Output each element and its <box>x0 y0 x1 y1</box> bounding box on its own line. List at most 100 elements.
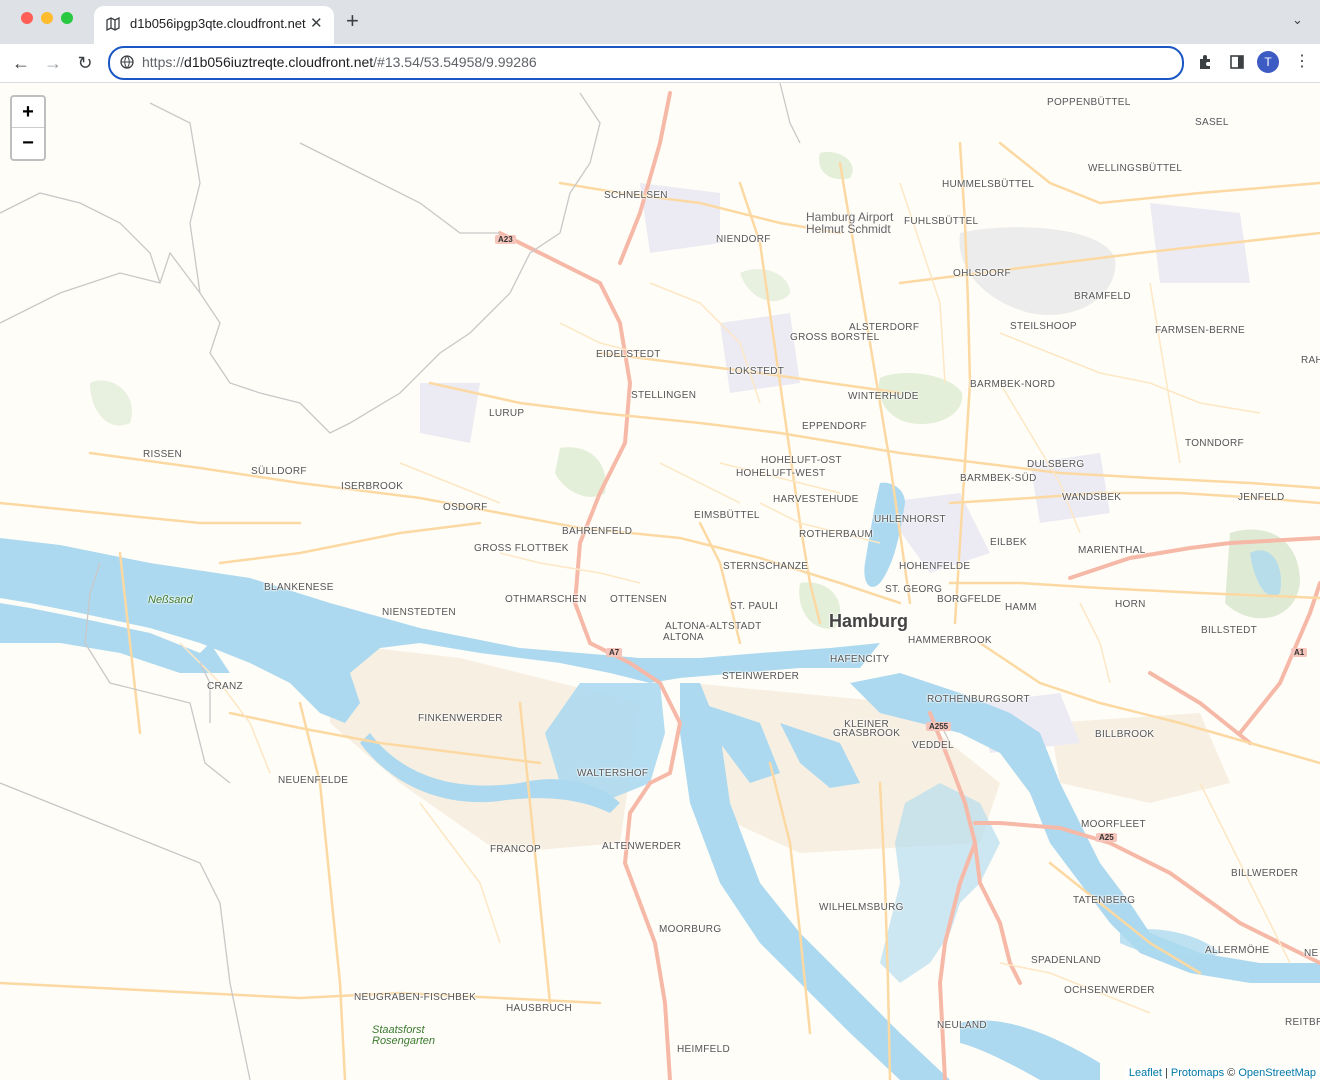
url-host: d1b056iuztreqte.cloudfront.net <box>184 54 374 70</box>
district-label: LOKSTEDT <box>729 366 785 377</box>
side-panel-icon[interactable] <box>1229 54 1245 70</box>
district-label: HARVESTEHUDE <box>773 494 859 505</box>
chevron-down-icon[interactable]: ⌄ <box>1292 12 1303 28</box>
district-label: HAUSBRUCH <box>506 1003 573 1014</box>
airport-name-2: Helmut Schmidt <box>806 222 891 236</box>
forest-label: Staatsforst Rosengarten <box>372 1025 435 1047</box>
district-label: HAMMERBROOK <box>908 635 992 646</box>
district-label: NEUENFELDE <box>278 775 349 786</box>
district-label: STEILSHOOP <box>1010 321 1077 332</box>
district-label: KLEINER GRASBROOK <box>833 719 901 739</box>
copyright-symbol: © <box>1227 1067 1236 1079</box>
district-label: FRANCOP <box>490 844 541 855</box>
district-label: CRANZ <box>207 681 243 692</box>
district-label: BILLWERDER <box>1231 868 1299 879</box>
district-label: FINKENWERDER <box>418 713 503 724</box>
district-label: BLANKENESE <box>264 582 334 593</box>
airport-label: Hamburg Airport Helmut Schmidt <box>806 211 893 235</box>
district-label: GROSS BORSTEL <box>790 332 880 343</box>
site-info-icon[interactable] <box>120 55 134 69</box>
district-label: NE <box>1304 948 1319 959</box>
district-label: HAFENCITY <box>830 654 890 665</box>
district-label: RISSEN <box>143 449 183 460</box>
extensions-icon[interactable] <box>1197 54 1213 70</box>
zoom-control: + − <box>10 95 46 161</box>
address-bar[interactable]: https://d1b056iuztreqte.cloudfront.net/#… <box>108 46 1184 80</box>
district-label: ALTENWERDER <box>602 841 682 852</box>
tab-strip: d1b056ipgp3qte.cloudfront.net ✕ + ⌄ <box>0 0 1320 44</box>
close-window-button[interactable] <box>21 12 33 24</box>
district-label: UHLENHORST <box>874 514 946 525</box>
district-label: BILLSTEDT <box>1201 625 1258 636</box>
district-label: NEULAND <box>937 1020 987 1031</box>
district-label: HOHELUFT-OST <box>761 455 842 466</box>
browser-tab[interactable]: d1b056ipgp3qte.cloudfront.net ✕ <box>94 6 334 44</box>
url-text: https://d1b056iuztreqte.cloudfront.net/#… <box>142 54 537 70</box>
new-tab-button[interactable]: + <box>346 10 359 32</box>
zoom-out-button[interactable]: − <box>12 128 44 158</box>
highway-shield: A7 <box>606 648 623 657</box>
district-label: EILBEK <box>990 537 1027 548</box>
district-label: ST. GEORG <box>885 584 943 595</box>
map-icon <box>106 17 120 31</box>
minimize-window-button[interactable] <box>41 12 53 24</box>
district-label: WILHELMSBURG <box>819 902 904 913</box>
district-label: SPADENLAND <box>1031 955 1102 966</box>
district-label: OHLSDORF <box>953 268 1011 279</box>
highway-shield: A23 <box>495 235 516 244</box>
district-label: SCHNELSEN <box>604 190 668 201</box>
district-label: ROTHENBURGSORT <box>927 694 1030 705</box>
district-label: BILLBROOK <box>1095 729 1155 740</box>
district-label: OTTENSEN <box>610 594 667 605</box>
district-label: OCHSENWERDER <box>1064 985 1155 996</box>
district-label: BORGFELDE <box>937 594 1002 605</box>
district-label: HOHENFELDE <box>899 561 971 572</box>
highway-shield: A25 <box>1096 833 1117 842</box>
reload-button[interactable]: ↻ <box>74 52 96 74</box>
district-label: EIMSBÜTTEL <box>694 510 760 521</box>
url-scheme: https:// <box>142 54 185 70</box>
district-label: POPPENBÜTTEL <box>1047 97 1131 108</box>
district-label: NIENDORF <box>716 234 771 245</box>
district-label: ALTONA <box>663 632 704 643</box>
district-label: TONNDORF <box>1185 438 1244 449</box>
close-tab-icon[interactable]: ✕ <box>310 14 323 32</box>
back-button[interactable]: ← <box>10 52 32 74</box>
district-label: ST. PAULI <box>730 601 779 612</box>
district-label: SASEL <box>1195 117 1229 128</box>
leaflet-link[interactable]: Leaflet <box>1129 1067 1162 1079</box>
profile-avatar[interactable]: T <box>1257 51 1279 73</box>
highway-shield: A1 <box>1291 648 1308 657</box>
protomaps-link[interactable]: Protomaps <box>1171 1067 1224 1079</box>
district-label: FARMSEN-BERNE <box>1155 325 1246 336</box>
district-label: WANDSBEK <box>1062 492 1122 503</box>
maximize-window-button[interactable] <box>61 12 73 24</box>
water-label: Neßsand <box>148 594 193 606</box>
district-label: ROTHERBAUM <box>799 529 874 540</box>
district-label: HOHELUFT-WEST <box>736 468 826 479</box>
district-label: HUMMELSBÜTTEL <box>942 179 1035 190</box>
district-label: VEDDEL <box>912 740 954 751</box>
district-label: REITBR <box>1285 1017 1320 1028</box>
zoom-in-button[interactable]: + <box>12 97 44 128</box>
city-label: Hamburg <box>829 611 909 631</box>
district-label: GROSS FLOTTBEK <box>474 543 569 554</box>
district-label: HEIMFELD <box>677 1044 730 1055</box>
district-label: OTHMARSCHEN <box>505 594 587 605</box>
district-label: MOORBURG <box>659 924 722 935</box>
district-label: STELLINGEN <box>631 390 697 401</box>
attribution-separator: | <box>1164 1067 1168 1079</box>
map-canvas[interactable]: POPPENBÜTTEL SASEL WELLINGSBÜTTEL HUMMEL… <box>0 83 1320 1080</box>
district-label: BARMBEK-SÜD <box>960 473 1037 484</box>
district-label: MOORFLEET <box>1081 819 1146 830</box>
menu-icon[interactable]: ⋮ <box>1294 52 1310 72</box>
district-label: JENFELD <box>1238 492 1285 503</box>
osm-link[interactable]: OpenStreetMap <box>1238 1067 1316 1079</box>
forest-name-2: Rosengarten <box>372 1035 435 1047</box>
district-label: DULSBERG <box>1027 459 1085 470</box>
url-hash: /#13.54/53.54958/9.99286 <box>373 54 537 70</box>
forward-button[interactable]: → <box>42 52 64 74</box>
district-label: RAH <box>1301 355 1320 366</box>
district-label: ISERBROOK <box>341 481 404 492</box>
district-label: WINTERHUDE <box>848 391 919 402</box>
